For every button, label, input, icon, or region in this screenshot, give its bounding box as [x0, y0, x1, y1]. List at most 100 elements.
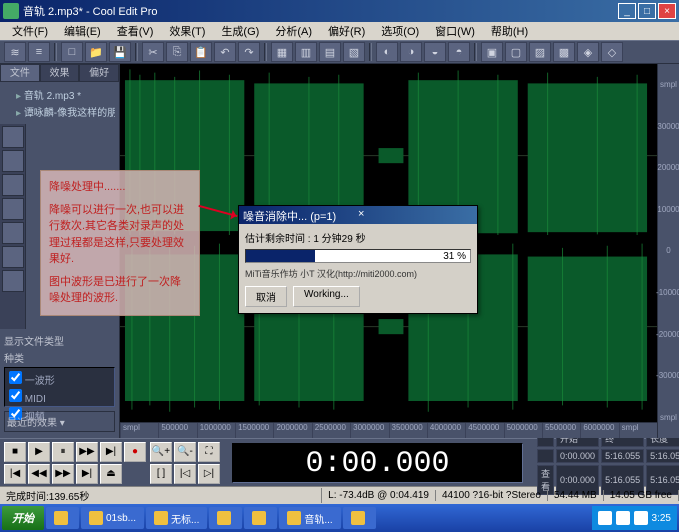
tool-h[interactable]: ◓: [448, 42, 470, 62]
recent-effects-dropdown[interactable]: 最近的效果 ▾: [4, 411, 115, 432]
tool-multitrack[interactable]: ≡: [28, 42, 50, 62]
minimize-button[interactable]: _: [618, 3, 636, 19]
dialog-titlebar[interactable]: 噪音消除中... (p=1) ×: [239, 206, 477, 224]
filter-wave-check[interactable]: [9, 371, 22, 384]
menu-view[interactable]: 查看(V): [109, 21, 162, 41]
play-loop-button[interactable]: ▶▶: [76, 442, 98, 462]
task-item[interactable]: [209, 507, 242, 529]
tool-waveform[interactable]: ≋: [4, 42, 26, 62]
tool-b[interactable]: ▥: [295, 42, 317, 62]
tool-g[interactable]: ◒: [424, 42, 446, 62]
play-button[interactable]: ▶: [28, 442, 50, 462]
progress-percent: 31 %: [443, 250, 466, 264]
progress-fill: [246, 250, 315, 262]
tool-f[interactable]: ◑: [400, 42, 422, 62]
menu-effects[interactable]: 效果(T): [161, 21, 213, 41]
cancel-button[interactable]: 取消: [245, 286, 287, 307]
rewind-button[interactable]: ◀◀: [28, 464, 50, 484]
filter-wave[interactable]: 一波形: [7, 370, 112, 388]
task-item[interactable]: 无标...: [146, 507, 207, 529]
sidebar-tools: [0, 124, 26, 329]
dialog-close-icon[interactable]: ×: [358, 208, 473, 222]
menu-options[interactable]: 选项(O): [373, 21, 427, 41]
tray-icon[interactable]: [634, 511, 648, 525]
side-tool-4[interactable]: [2, 198, 24, 220]
time-display: 0:00.000: [232, 443, 523, 483]
app-icon: [154, 511, 168, 525]
tab-effects[interactable]: 效果: [40, 64, 80, 82]
tab-favorites[interactable]: 偏好: [79, 64, 119, 82]
time-ruler[interactable]: smpl500000100000015000002000000250000030…: [120, 422, 657, 438]
app-icon: [287, 511, 301, 525]
tool-a[interactable]: ▦: [271, 42, 293, 62]
skip-start-button[interactable]: |◀: [4, 464, 26, 484]
task-item[interactable]: [46, 507, 79, 529]
tool-c[interactable]: ▤: [319, 42, 341, 62]
menu-file[interactable]: 文件(F): [4, 21, 56, 41]
tool-save[interactable]: 💾: [109, 42, 131, 62]
stop-button[interactable]: ■: [4, 442, 26, 462]
filter-midi[interactable]: MIDI: [7, 388, 112, 406]
menu-generate[interactable]: 生成(G): [213, 21, 267, 41]
est-label: 估计剩余时间 :: [245, 234, 311, 245]
ffwd-button[interactable]: ▶▶: [52, 464, 74, 484]
pause-button[interactable]: ⏸: [52, 442, 74, 462]
tray-icon[interactable]: [616, 511, 630, 525]
zoom-sel-button[interactable]: [ ]: [150, 464, 172, 484]
tab-files[interactable]: 文件: [0, 64, 40, 82]
status-level: L: -73.4dB @ 0:04.419: [322, 490, 436, 501]
skip-end-button[interactable]: ▶|: [76, 464, 98, 484]
app-icon: [252, 511, 266, 525]
tray-icon[interactable]: [598, 511, 612, 525]
task-item[interactable]: 音轨...: [279, 507, 340, 529]
side-tool-2[interactable]: [2, 150, 24, 172]
zoom-out-button[interactable]: 🔍-: [174, 442, 196, 462]
file-type-filters: 一波形 MIDI 视频: [4, 367, 115, 407]
tree-item[interactable]: 谭咏麟-像我这样的朋: [4, 103, 115, 120]
tool-undo[interactable]: ↶: [214, 42, 236, 62]
record-button[interactable]: ●: [124, 442, 146, 462]
tool-j[interactable]: ▢: [505, 42, 527, 62]
tool-copy[interactable]: ⎘: [166, 42, 188, 62]
side-tool-1[interactable]: [2, 126, 24, 148]
annotation-title: 降噪处理中.......: [49, 179, 191, 196]
tool-cut[interactable]: ✂: [142, 42, 164, 62]
tool-m[interactable]: ◈: [577, 42, 599, 62]
zoom-left-button[interactable]: |◁: [174, 464, 196, 484]
tool-l[interactable]: ▩: [553, 42, 575, 62]
close-button[interactable]: ×: [658, 3, 676, 19]
side-tool-7[interactable]: [2, 270, 24, 292]
tool-k[interactable]: ▨: [529, 42, 551, 62]
play-to-end-button[interactable]: ▶|: [100, 442, 122, 462]
task-item[interactable]: [244, 507, 277, 529]
tool-paste[interactable]: 📋: [190, 42, 212, 62]
tool-e[interactable]: ◐: [376, 42, 398, 62]
zoom-right-button[interactable]: ▷|: [198, 464, 220, 484]
tree-item[interactable]: 音轨 2.mp3 *: [4, 86, 115, 103]
zoom-full-button[interactable]: ⛶: [198, 442, 220, 462]
task-item[interactable]: 01sb...: [81, 507, 144, 529]
file-tree: 音轨 2.mp3 * 谭咏麟-像我这样的朋: [0, 82, 119, 124]
side-tool-3[interactable]: [2, 174, 24, 196]
tool-redo[interactable]: ↷: [238, 42, 260, 62]
annotation-p2: 图中波形是已进行了一次降噪处理的波形.: [49, 274, 191, 307]
app-icon: [351, 511, 365, 525]
maximize-button[interactable]: □: [638, 3, 656, 19]
tool-d[interactable]: ▧: [343, 42, 365, 62]
tool-open[interactable]: 📁: [85, 42, 107, 62]
status-size: 54.44 MB: [548, 490, 604, 501]
side-tool-5[interactable]: [2, 222, 24, 244]
menu-window[interactable]: 窗口(W): [427, 21, 483, 41]
filter-midi-check[interactable]: [9, 389, 22, 402]
tool-i[interactable]: ▣: [481, 42, 503, 62]
menu-analyze[interactable]: 分析(A): [267, 21, 320, 41]
zoom-in-button[interactable]: 🔍+: [150, 442, 172, 462]
menu-edit[interactable]: 编辑(E): [56, 21, 109, 41]
menu-favorites[interactable]: 偏好(R): [320, 21, 373, 41]
task-item[interactable]: [343, 507, 376, 529]
menu-help[interactable]: 帮助(H): [483, 21, 536, 41]
eject-button[interactable]: ⏏: [100, 464, 122, 484]
side-tool-6[interactable]: [2, 246, 24, 268]
tool-new[interactable]: □: [61, 42, 83, 62]
tool-n[interactable]: ◇: [601, 42, 623, 62]
